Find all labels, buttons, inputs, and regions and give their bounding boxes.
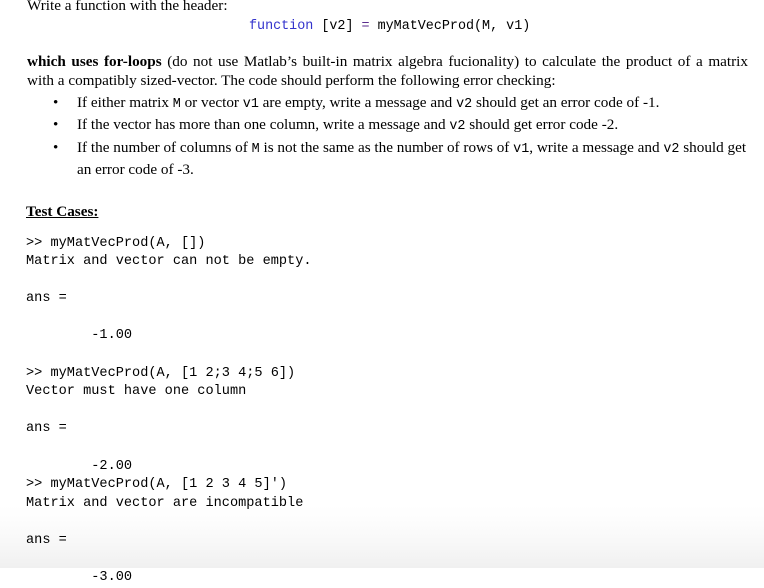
test-cases-heading: Test Cases: — [26, 202, 99, 220]
console-text: >> myMatVecProd(A, []) Matrix and vector… — [26, 235, 312, 586]
test-cases-heading-wrap: Test Cases: — [26, 181, 748, 221]
list-item: • If either matrix M or vector v1 are em… — [27, 93, 748, 116]
inline-text: , write a message and — [529, 138, 664, 156]
function-header-code: function [v2] = myMatVecProd(M, v1) — [27, 16, 748, 38]
inline-text: or vector — [180, 93, 243, 111]
equals-operator: = — [361, 18, 370, 34]
document-body: Write a function with the header: functi… — [26, 0, 748, 588]
list-item-text: If the vector has more than one column, … — [77, 116, 619, 134]
inline-code: M — [172, 96, 181, 112]
inline-text: If the vector has more than one column, … — [77, 116, 450, 133]
inline-code: v1 — [513, 141, 530, 157]
inline-code: v2 — [456, 96, 473, 112]
bullet-icon: • — [53, 116, 59, 133]
keyword-function: function — [249, 18, 314, 34]
body-paragraph: which uses for-loops (do not use Matlab’… — [27, 52, 748, 91]
intro-line: Write a function with the header: — [27, 0, 228, 14]
inline-text: should get an error code of -1. — [472, 93, 660, 111]
inline-code: v2 — [449, 119, 466, 134]
bullet-icon: • — [53, 93, 59, 111]
inline-text: should get error code -2. — [465, 116, 619, 133]
inline-code: v2 — [663, 141, 680, 157]
list-item: • If the number of columns of M is not t… — [27, 138, 748, 181]
body-paragraph-bold-lead: which uses for-loops — [27, 52, 162, 70]
list-item-text: If the number of columns of M is not the… — [77, 139, 746, 179]
document-page: Write a function with the header: functi… — [0, 0, 764, 585]
inline-text: are empty, write a message and — [258, 93, 457, 111]
inline-code: M — [251, 141, 260, 157]
inline-text: If the number of columns of — [77, 138, 252, 156]
error-checking-list: • If either matrix M or vector v1 are em… — [27, 93, 748, 181]
inline-code: v1 — [242, 96, 259, 112]
inline-text: is not the same as the number of rows of — [259, 138, 514, 156]
list-item-text: If either matrix M or vector v1 are empt… — [77, 93, 660, 112]
function-signature: myMatVecProd(M, v1) — [369, 18, 531, 34]
inline-text: If either matrix — [77, 93, 173, 111]
list-item: • If the vector has more than one column… — [27, 115, 748, 138]
output-args: [v2] — [313, 18, 362, 34]
console-transcript: >> myMatVecProd(A, []) Matrix and vector… — [26, 235, 748, 588]
bullet-icon: • — [53, 138, 59, 156]
